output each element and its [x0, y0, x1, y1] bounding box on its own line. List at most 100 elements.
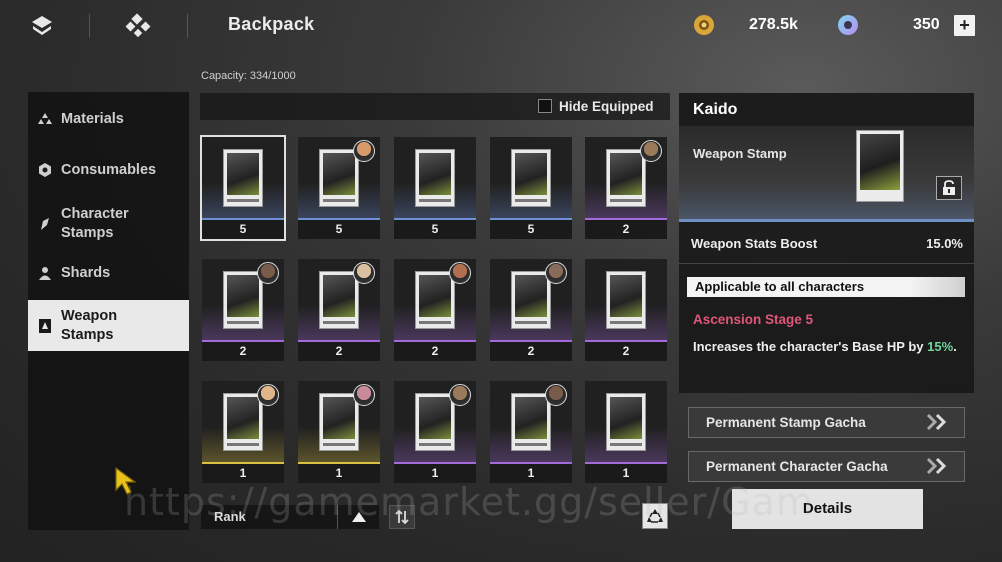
ascension-stage: Ascension Stage 5 [693, 312, 814, 327]
character-avatar-icon [257, 262, 279, 284]
stamp-detail-panel: Kaido Weapon Stamp Weapon Stats Boost 15… [679, 93, 974, 393]
character-avatar-icon [257, 384, 279, 406]
double-chevron-icon [926, 457, 950, 478]
stamp-count: 5 [490, 220, 572, 239]
stat-value: 15.0% [926, 236, 963, 251]
sidebar-item-character-stamps[interactable]: Character Stamps [28, 202, 189, 246]
character-avatar-icon [640, 140, 662, 162]
stat-row: Weapon Stats Boost 15.0% [691, 236, 963, 251]
stamp-thumbnail [319, 271, 359, 329]
effect-text: Increases the character's Base HP by [693, 339, 928, 354]
stamp-card[interactable]: 5 [490, 137, 572, 239]
detail-header: Kaido [679, 93, 974, 126]
divider [89, 14, 90, 38]
permanent-character-gacha-button[interactable]: Permanent Character Gacha [688, 451, 965, 482]
character-avatar-icon [545, 262, 567, 284]
stat-label: Weapon Stats Boost [691, 236, 818, 251]
stamp-thumbnail [415, 271, 455, 329]
category-sidebar: Materials Consumables Character Stamps S… [28, 92, 189, 530]
stamp-count: 5 [202, 220, 284, 239]
stamp-thumbnail [319, 149, 359, 207]
stamp-count: 5 [394, 220, 476, 239]
stamp-card[interactable]: 1 [202, 381, 284, 483]
stamp-card[interactable]: 5 [394, 137, 476, 239]
stamp-card[interactable]: 2 [394, 259, 476, 361]
stamp-card[interactable]: 2 [585, 259, 667, 361]
home-diamond-icon[interactable] [124, 12, 152, 40]
stamp-card[interactable]: 1 [394, 381, 476, 483]
capacity-label: Capacity: 334/1000 [201, 70, 296, 82]
stamp-count: 2 [298, 342, 380, 361]
stamp-thumbnail [511, 149, 551, 207]
person-icon [38, 266, 52, 280]
gem-amount: 350 [913, 16, 940, 33]
stamp-count: 2 [585, 342, 667, 361]
stamp-card[interactable]: 1 [490, 381, 572, 483]
menu-layers-icon[interactable] [28, 12, 56, 40]
effect-description: Increases the character's Base HP by 15%… [693, 336, 965, 357]
stamp-card[interactable]: 5 [298, 137, 380, 239]
brush-icon [38, 217, 52, 231]
sidebar-item-consumables[interactable]: Consumables [28, 155, 189, 185]
character-avatar-icon [353, 384, 375, 406]
effect-text-end: . [953, 339, 957, 354]
character-avatar-icon [449, 384, 471, 406]
double-chevron-icon [926, 413, 950, 434]
stamp-thumbnail [415, 393, 455, 451]
hexagon-icon [38, 163, 52, 177]
stamp-card[interactable]: 2 [585, 137, 667, 239]
stamp-thumbnail [511, 271, 551, 329]
sidebar-item-label: Materials [61, 111, 124, 127]
triangle-cluster-icon [38, 112, 52, 126]
stamp-card[interactable]: 1 [298, 381, 380, 483]
button-label: Permanent Character Gacha [706, 459, 888, 474]
character-avatar-icon [353, 140, 375, 162]
stamp-card[interactable]: 1 [585, 381, 667, 483]
top-bar: Backpack 278.5k 350 + [0, 0, 1002, 52]
filter-bar: Hide Equipped [200, 93, 670, 120]
stamp-card[interactable]: 2 [490, 259, 572, 361]
watermark: https://gamemarket.gg/seller/Gam [124, 480, 814, 524]
stamp-icon [38, 318, 52, 333]
gem-orb-icon [838, 15, 858, 35]
hide-equipped-checkbox[interactable] [538, 99, 552, 113]
stamp-type: Weapon Stamp [693, 146, 787, 161]
stamp-count: 2 [394, 342, 476, 361]
lock-icon[interactable] [936, 176, 962, 200]
stamp-card[interactable]: 2 [298, 259, 380, 361]
stamp-count: 2 [202, 342, 284, 361]
stamp-thumbnail [223, 149, 263, 207]
character-avatar-icon [353, 262, 375, 284]
mouse-cursor-icon [114, 466, 140, 501]
permanent-stamp-gacha-button[interactable]: Permanent Stamp Gacha [688, 407, 965, 438]
sidebar-item-label: Character Stamps [61, 206, 129, 241]
sidebar-item-shards[interactable]: Shards [28, 258, 189, 288]
stamp-thumbnail [511, 393, 551, 451]
stamp-count: 2 [585, 220, 667, 239]
stamp-thumbnail [319, 393, 359, 451]
sidebar-item-weapon-stamps[interactable]: Weapon Stamps [28, 300, 189, 351]
sidebar-item-label: Weapon Stamps [61, 307, 118, 343]
hide-equipped-label: Hide Equipped [559, 99, 654, 114]
sidebar-item-materials[interactable]: Materials [28, 104, 189, 134]
character-avatar-icon [449, 262, 471, 284]
button-label: Permanent Stamp Gacha [706, 415, 866, 430]
detail-hero: Weapon Stamp [679, 126, 974, 222]
add-gems-button[interactable]: + [954, 15, 975, 36]
stamp-thumbnail [606, 393, 646, 451]
stamp-card[interactable]: 5 [200, 135, 286, 241]
applicable-banner: Applicable to all characters [687, 277, 965, 297]
stamp-artwork [856, 130, 904, 202]
stamp-count: 2 [490, 342, 572, 361]
stamp-thumbnail [606, 149, 646, 207]
stamp-card[interactable]: 2 [202, 259, 284, 361]
divider [187, 14, 188, 38]
gold-currency [692, 12, 716, 38]
gold-amount: 278.5k [749, 16, 798, 33]
gem-currency [836, 12, 860, 38]
divider [679, 263, 974, 264]
stamp-count: 5 [298, 220, 380, 239]
stamp-name: Kaido [693, 101, 738, 118]
sidebar-item-label: Consumables [61, 162, 157, 178]
sidebar-item-label: Shards [61, 265, 111, 281]
